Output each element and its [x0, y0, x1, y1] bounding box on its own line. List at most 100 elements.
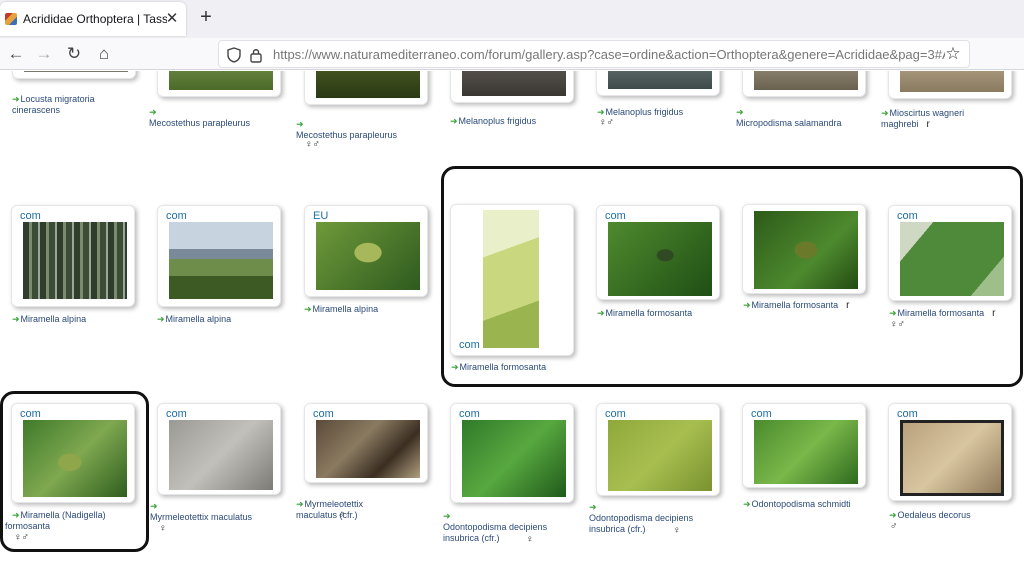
- specimen-photo[interactable]: [169, 420, 273, 490]
- gallery-card[interactable]: com: [157, 205, 281, 307]
- species-link[interactable]: ➜Miramella formosanta r: [889, 308, 1019, 319]
- arrow-icon: ➜: [443, 511, 451, 521]
- species-link[interactable]: ➜Melanoplus frigidus: [450, 116, 570, 127]
- arrow-icon: ➜: [889, 308, 897, 318]
- gallery-card[interactable]: com: [742, 403, 866, 488]
- arrow-icon: ➜: [296, 119, 304, 129]
- gallery-card[interactable]: com: [157, 403, 281, 495]
- sex-symbols: ♀: [159, 523, 167, 534]
- species-link[interactable]: ➜Odontopodisma schmidti: [743, 499, 873, 510]
- specimen-photo[interactable]: [608, 71, 712, 89]
- badge-label: com: [20, 210, 41, 222]
- arrow-icon: ➜: [743, 300, 751, 310]
- home-button[interactable]: ⌂: [92, 42, 116, 66]
- lock-icon[interactable]: [249, 47, 263, 63]
- specimen-photo[interactable]: [483, 210, 539, 348]
- specimen-photo[interactable]: [754, 420, 858, 484]
- forward-button[interactable]: →: [32, 42, 56, 66]
- gallery-card[interactable]: [742, 71, 866, 97]
- arrow-icon: ➜: [149, 107, 157, 117]
- species-link[interactable]: ➜Miramella (Nadigella) formosanta: [5, 510, 125, 532]
- species-link[interactable]: ➜Melanoplus frigidus: [597, 107, 717, 118]
- site-favicon-icon: [4, 12, 18, 26]
- gallery-card[interactable]: [12, 71, 136, 79]
- specimen-photo[interactable]: [900, 71, 1004, 92]
- gallery-card[interactable]: com: [11, 403, 135, 503]
- arrow-icon: ➜: [736, 107, 744, 117]
- specimen-photo[interactable]: [608, 222, 712, 296]
- arrow-icon: ➜: [157, 314, 165, 324]
- specimen-photo[interactable]: [608, 420, 712, 491]
- species-link[interactable]: ➜Miramella alpina: [304, 304, 424, 315]
- specimen-photo[interactable]: [24, 71, 128, 72]
- species-link[interactable]: ➜Miramella formosanta: [451, 362, 571, 373]
- specimen-photo[interactable]: [462, 71, 566, 96]
- badge-label: com: [459, 339, 480, 351]
- specimen-photo[interactable]: [900, 222, 1004, 296]
- species-link[interactable]: ➜ Myrmeleotettix maculatus: [150, 501, 270, 523]
- gallery-card[interactable]: [596, 71, 720, 96]
- gallery-card[interactable]: [304, 71, 428, 105]
- badge-label: com: [166, 408, 187, 420]
- species-link[interactable]: ➜Mioscirtus wagneri maghrebi r: [881, 108, 991, 130]
- specimen-photo[interactable]: [900, 420, 1004, 496]
- gallery-card[interactable]: com: [596, 205, 720, 300]
- gallery-card[interactable]: com: [11, 205, 135, 307]
- gallery-card[interactable]: com: [304, 403, 428, 483]
- badge-label: com: [605, 210, 626, 222]
- gallery-card[interactable]: [157, 71, 281, 97]
- gallery-card[interactable]: com: [450, 204, 574, 356]
- gallery-card[interactable]: [888, 71, 1012, 99]
- shield-icon[interactable]: [227, 47, 241, 63]
- gallery-card[interactable]: [450, 71, 574, 103]
- gallery-card[interactable]: [742, 204, 866, 294]
- gallery-card[interactable]: EU: [304, 205, 428, 297]
- url-host: https://www.naturamediterraneo.com: [273, 47, 485, 62]
- species-link[interactable]: ➜ Micropodisma salamandra: [736, 107, 862, 129]
- specimen-photo[interactable]: [23, 222, 127, 299]
- browser-tab[interactable]: Acrididae Orthoptera | Tassonomia ✕: [0, 2, 186, 36]
- species-link[interactable]: ➜Myrmeleotettix maculatus (cfr.): [296, 499, 406, 521]
- species-link[interactable]: ➜Miramella formosanta r: [743, 300, 873, 311]
- gallery-card[interactable]: com: [596, 403, 720, 496]
- species-link[interactable]: ➜Oedaleus decorus: [889, 510, 1019, 521]
- species-link[interactable]: ➜Miramella formosanta: [597, 308, 717, 319]
- gallery-card[interactable]: com: [450, 403, 574, 503]
- species-link[interactable]: ➜Miramella alpina: [12, 314, 132, 325]
- arrow-icon: ➜: [296, 499, 304, 509]
- badge-label: com: [751, 408, 772, 420]
- gallery-card[interactable]: com: [888, 205, 1012, 301]
- address-bar[interactable]: https://www.naturamediterraneo.com/forum…: [218, 40, 970, 68]
- arrow-icon: ➜: [451, 362, 459, 372]
- sex-symbols: ♀: [526, 534, 534, 545]
- back-button[interactable]: ←: [4, 42, 28, 66]
- specimen-photo[interactable]: [754, 211, 858, 289]
- sex-symbols: ♀♂: [14, 532, 29, 543]
- species-link[interactable]: ➜Locusta migratoria cinerascens: [12, 94, 122, 116]
- specimen-photo[interactable]: [754, 71, 858, 90]
- specimen-photo[interactable]: [23, 420, 127, 497]
- arrow-icon: ➜: [743, 499, 751, 509]
- species-link[interactable]: ➜ Odontopodisma decipiens insubrica (cfr.…: [443, 511, 553, 544]
- bookmark-star-icon[interactable]: ☆: [943, 44, 963, 64]
- species-link[interactable]: ➜ Mecostethus parapleurus: [296, 119, 416, 141]
- badge-label: com: [897, 408, 918, 420]
- specimen-photo[interactable]: [169, 71, 273, 90]
- arrow-icon: ➜: [881, 108, 889, 118]
- specimen-photo[interactable]: [316, 71, 420, 98]
- url-text[interactable]: https://www.naturamediterraneo.com/forum…: [273, 47, 945, 62]
- close-tab-icon[interactable]: ✕: [164, 11, 180, 27]
- reload-button[interactable]: ↻: [62, 42, 86, 66]
- sex-symbols: ♀: [673, 525, 681, 536]
- gallery-card[interactable]: com: [888, 403, 1012, 501]
- specimen-photo[interactable]: [169, 222, 273, 299]
- species-link[interactable]: ➜Miramella alpina: [157, 314, 277, 325]
- specimen-photo[interactable]: [462, 420, 566, 497]
- new-tab-button[interactable]: +: [194, 6, 218, 30]
- species-link[interactable]: ➜ Mecostethus parapleurus: [149, 107, 269, 129]
- species-link[interactable]: ➜ Odontopodisma decipiens insubrica (cfr.…: [589, 502, 709, 535]
- gallery-page: ➜Locusta migratoria cinerascens ➜ Mecoste…: [0, 71, 1024, 566]
- arrow-icon: ➜: [597, 308, 605, 318]
- specimen-photo[interactable]: [316, 222, 420, 290]
- specimen-photo[interactable]: [316, 420, 420, 478]
